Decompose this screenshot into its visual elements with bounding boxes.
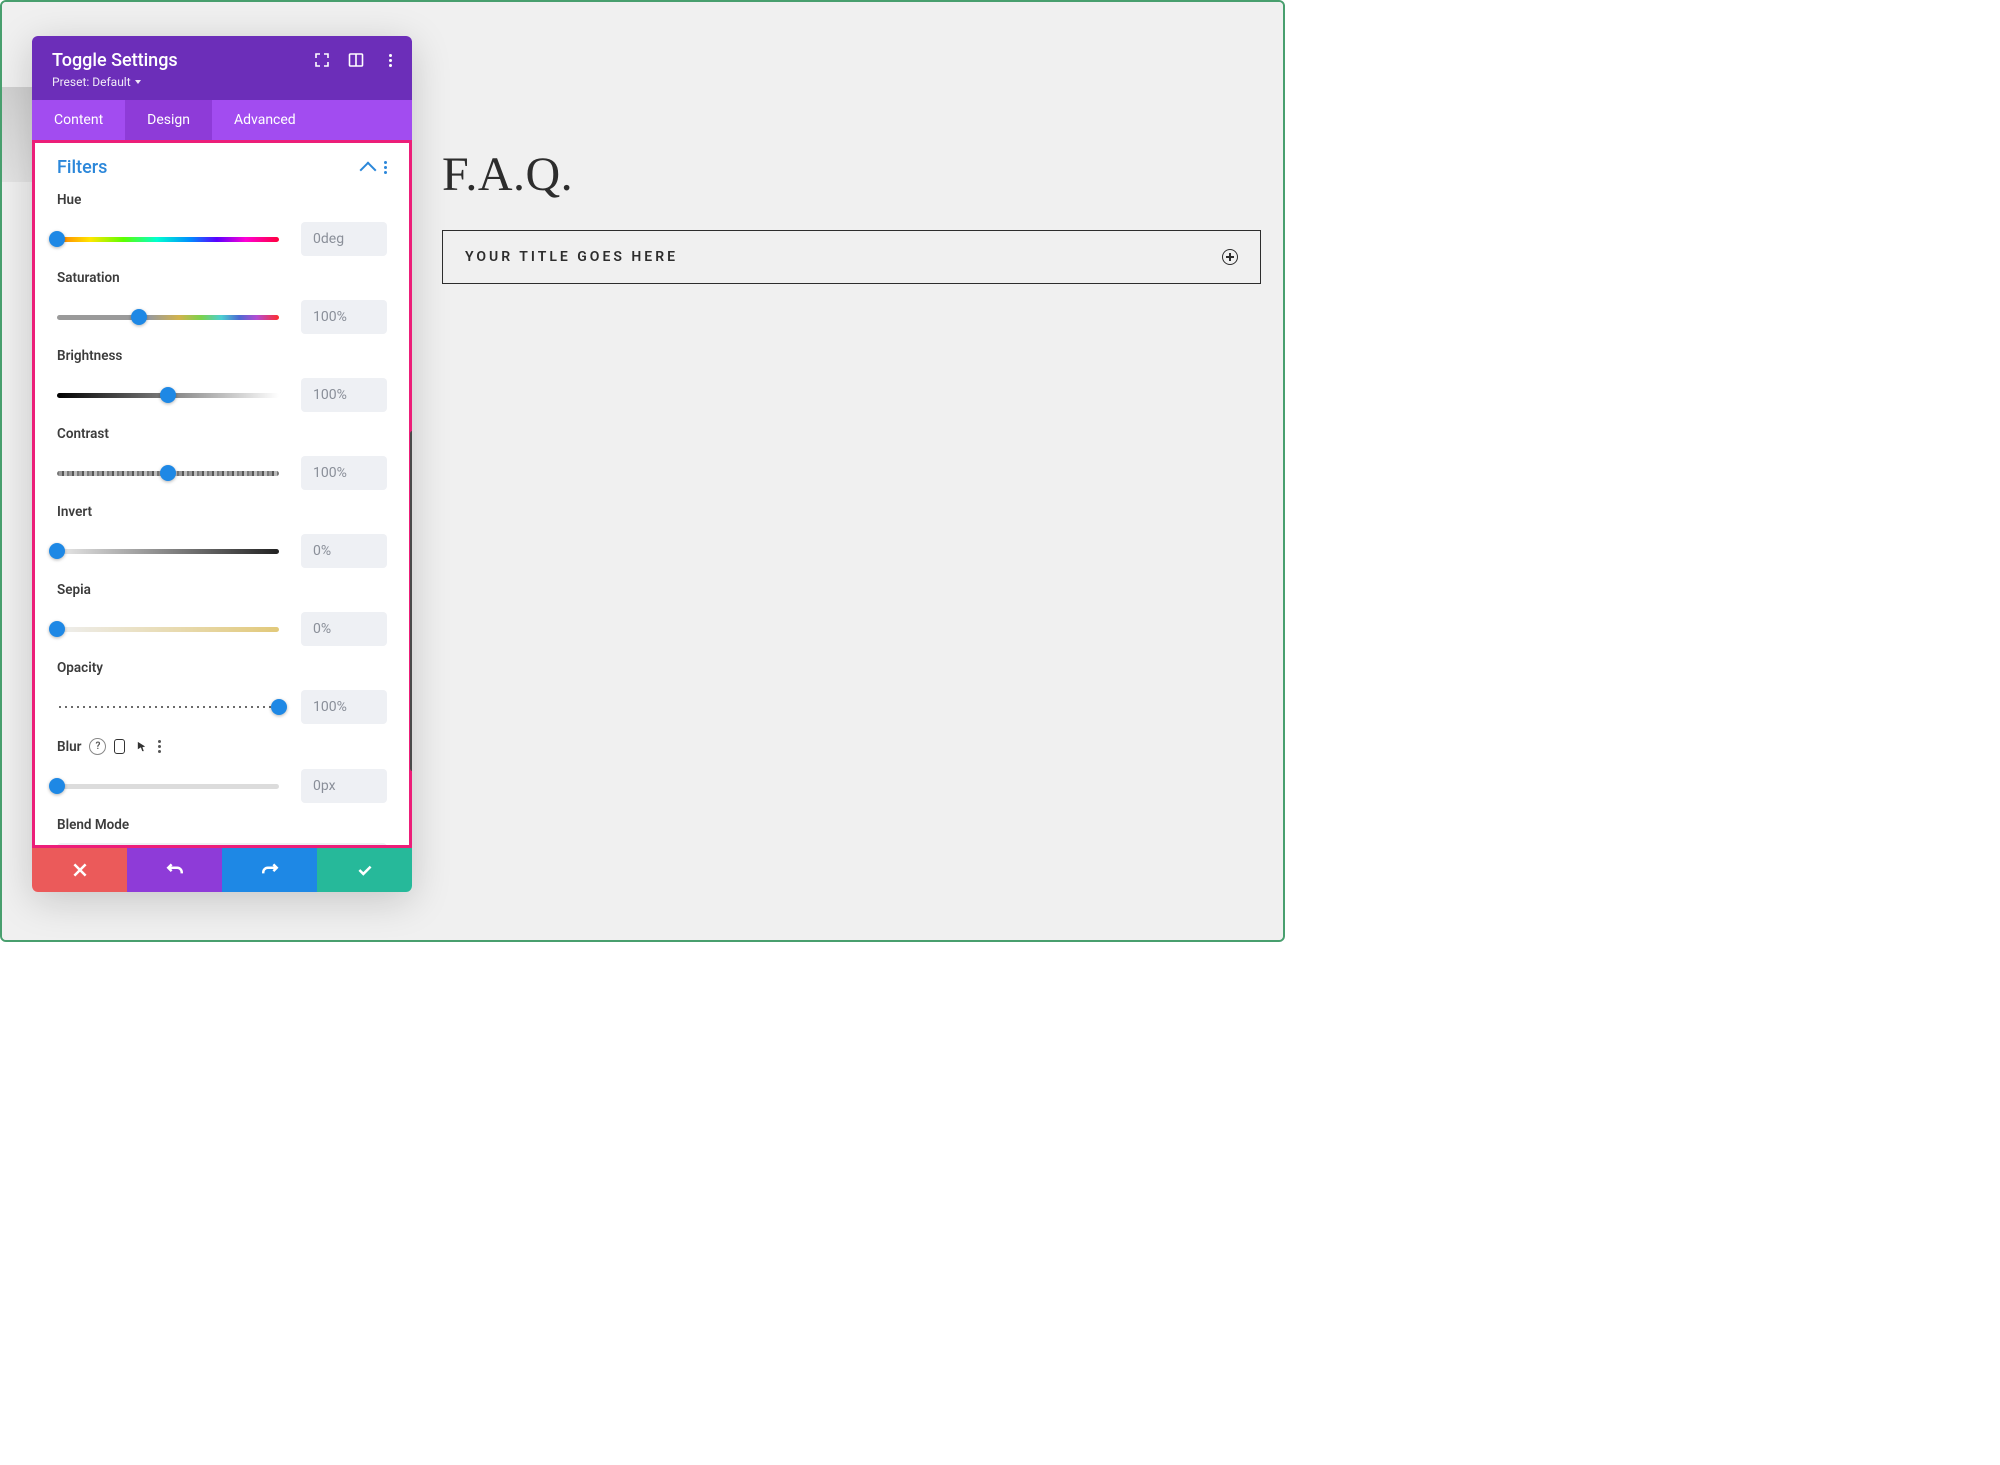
caret-down-icon [135, 80, 141, 84]
preset-label: Preset: Default [52, 75, 131, 89]
tab-advanced[interactable]: Advanced [212, 100, 318, 140]
responsive-icon[interactable] [114, 739, 125, 754]
control-blur: Blur ? 0px [57, 738, 387, 803]
panel-tabs: Content Design Advanced [32, 100, 412, 140]
control-sepia: Sepia 0% [57, 582, 387, 646]
redo-button[interactable] [222, 848, 317, 892]
slider-thumb[interactable] [160, 387, 176, 403]
section-title[interactable]: Filters [57, 157, 107, 178]
faq-heading: F.A.Q. [442, 147, 1261, 202]
label-hue: Hue [57, 192, 387, 208]
control-invert: Invert 0% [57, 504, 387, 568]
value-opacity[interactable]: 100% [301, 690, 387, 724]
value-sepia[interactable]: 0% [301, 612, 387, 646]
value-contrast[interactable]: 100% [301, 456, 387, 490]
value-saturation[interactable]: 100% [301, 300, 387, 334]
slider-thumb[interactable] [160, 465, 176, 481]
label-saturation: Saturation [57, 270, 387, 286]
label-sepia: Sepia [57, 582, 387, 598]
background-smudge [2, 87, 32, 182]
option-more-icon[interactable] [158, 738, 161, 755]
select-blend[interactable]: Normal [57, 843, 387, 845]
plus-icon[interactable] [1222, 249, 1238, 265]
panel-body: Filters Hue 0deg [35, 143, 409, 845]
split-view-icon[interactable] [348, 52, 364, 68]
tab-design[interactable]: Design [125, 100, 212, 140]
settings-panel: Toggle Settings Preset: Default Content … [32, 36, 412, 892]
slider-opacity[interactable] [57, 702, 279, 712]
label-blur: Blur [57, 739, 81, 755]
control-contrast: Contrast 100% [57, 426, 387, 490]
slider-saturation[interactable] [57, 312, 279, 322]
panel-body-highlight: Filters Hue 0deg [32, 140, 412, 848]
slider-blur[interactable] [57, 781, 279, 791]
slider-thumb[interactable] [131, 309, 147, 325]
value-blur[interactable]: 0px [301, 769, 387, 803]
control-brightness: Brightness 100% [57, 348, 387, 412]
slider-contrast[interactable] [57, 468, 279, 478]
slider-hue[interactable] [57, 234, 279, 244]
slider-thumb[interactable] [271, 699, 287, 715]
preset-dropdown[interactable]: Preset: Default [52, 75, 141, 89]
slider-brightness[interactable] [57, 390, 279, 400]
collapse-icon[interactable] [360, 161, 377, 178]
page-preview: F.A.Q. YOUR TITLE GOES HERE [442, 147, 1261, 284]
slider-thumb[interactable] [49, 621, 65, 637]
control-blend: Blend Mode Normal [57, 817, 387, 845]
slider-thumb[interactable] [49, 231, 65, 247]
value-brightness[interactable]: 100% [301, 378, 387, 412]
hover-icon[interactable] [133, 738, 150, 755]
panel-scrollbar[interactable] [410, 431, 412, 771]
undo-button[interactable] [127, 848, 222, 892]
panel-footer [32, 848, 412, 892]
save-button[interactable] [317, 848, 412, 892]
label-brightness: Brightness [57, 348, 387, 364]
control-saturation: Saturation 100% [57, 270, 387, 334]
expand-icon[interactable] [314, 52, 330, 68]
toggle-module[interactable]: YOUR TITLE GOES HERE [442, 230, 1261, 284]
slider-thumb[interactable] [49, 778, 65, 794]
slider-invert[interactable] [57, 546, 279, 556]
label-contrast: Contrast [57, 426, 387, 442]
panel-header[interactable]: Toggle Settings Preset: Default [32, 36, 412, 100]
cancel-button[interactable] [32, 848, 127, 892]
value-hue[interactable]: 0deg [301, 222, 387, 256]
slider-thumb[interactable] [49, 543, 65, 559]
control-hue: Hue 0deg [57, 192, 387, 256]
more-icon[interactable] [382, 52, 398, 68]
label-invert: Invert [57, 504, 387, 520]
label-blend: Blend Mode [57, 817, 387, 833]
toggle-title: YOUR TITLE GOES HERE [465, 249, 678, 265]
help-icon[interactable]: ? [89, 738, 106, 755]
tab-content[interactable]: Content [32, 100, 125, 140]
label-opacity: Opacity [57, 660, 387, 676]
value-invert[interactable]: 0% [301, 534, 387, 568]
slider-sepia[interactable] [57, 624, 279, 634]
section-more-icon[interactable] [384, 161, 387, 174]
control-opacity: Opacity 100% [57, 660, 387, 724]
